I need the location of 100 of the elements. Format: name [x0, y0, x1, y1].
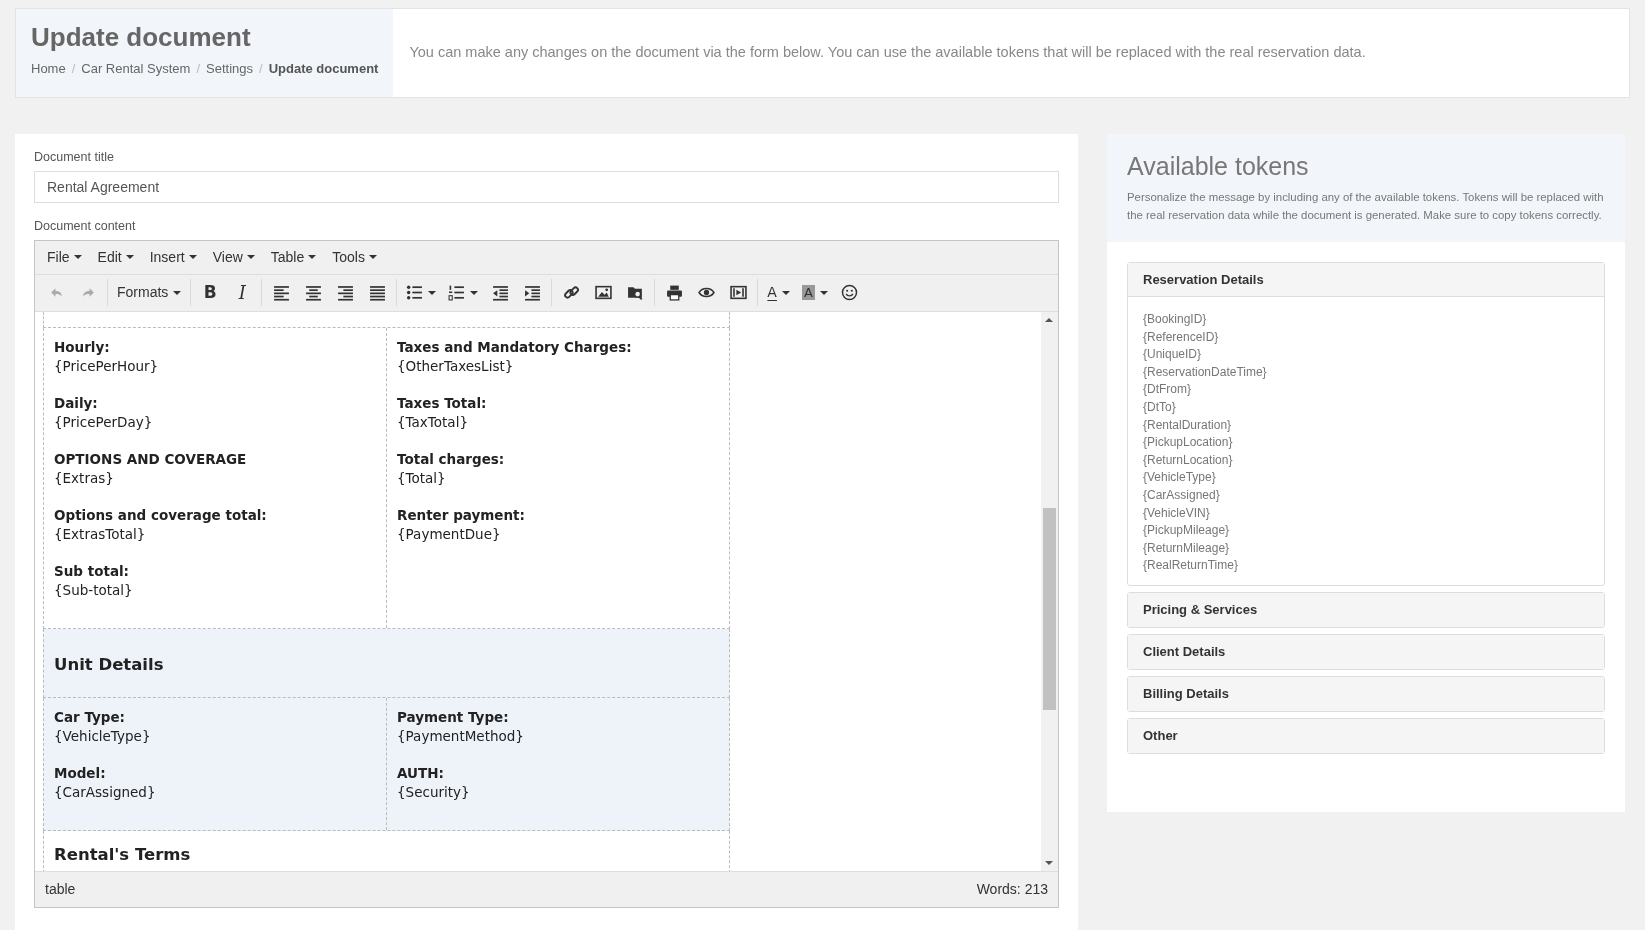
token-text: {ReservationDateTime}: [1143, 363, 1268, 381]
link-icon: [562, 284, 580, 301]
token-text: {CarAssigned}: [1143, 486, 1221, 504]
caret-icon: [308, 255, 317, 259]
token-text: {ReferenceID}: [1143, 328, 1220, 346]
numbered-list-icon: [448, 284, 466, 301]
accordion-header[interactable]: Reservation Details: [1128, 263, 1604, 297]
menu-item[interactable]: File: [39, 240, 90, 274]
field-label: Sub total:: [54, 561, 130, 581]
film-icon: [729, 284, 747, 301]
caret-icon: [781, 290, 790, 295]
bullet-list-icon: [406, 284, 424, 301]
field-label: Daily:: [54, 393, 99, 413]
scrollbar[interactable]: [1041, 311, 1058, 871]
outdent-icon: [491, 284, 509, 301]
token-text: {UniqueID}: [1143, 346, 1203, 364]
token-text: {RentalDuration}: [1143, 416, 1233, 434]
breadcrumb-link[interactable]: Home: [31, 59, 66, 79]
token-text: {CarAssigned}: [54, 783, 157, 803]
caret-icon: [470, 290, 479, 295]
breadcrumb-separator: /: [259, 60, 263, 78]
field-label: Model:: [54, 764, 107, 784]
field-label: Car Type:: [54, 708, 126, 728]
field-label: Taxes Total:: [397, 393, 488, 413]
token-text: {Total}: [397, 468, 447, 488]
indent-icon: [523, 284, 541, 301]
page-description: You can make any changes on the document via the form below. You can use the available tokens that will be replaced with the real reservation data.: [409, 43, 1366, 63]
bold-button[interactable]: B: [194, 279, 227, 306]
token-text: {Extras}: [54, 468, 115, 488]
token-text: {PaymentDue}: [397, 524, 502, 544]
image-icon: [594, 284, 612, 301]
token-text: {OtherTaxesList}: [397, 356, 515, 376]
field-label: Total charges:: [397, 449, 506, 469]
menu-item[interactable]: Insert: [141, 240, 205, 274]
token-text: {PickupLocation}: [1143, 434, 1234, 452]
background-color-button[interactable]: A: [795, 279, 834, 306]
field-label: AUTH:: [397, 764, 445, 784]
element-path: table: [45, 879, 76, 899]
accordion-header[interactable]: Pricing & Services: [1128, 592, 1604, 627]
caret-icon: [368, 255, 377, 259]
field-label: Hourly:: [54, 337, 111, 357]
page-title: Update document: [31, 21, 252, 53]
field-label: Renter payment:: [397, 505, 526, 525]
token-text: {BookingID}: [1143, 311, 1208, 328]
token-text: {Security}: [397, 783, 471, 803]
word-count: Words: 213: [976, 879, 1048, 899]
field-label: Document title: [34, 149, 115, 166]
breadcrumb-link[interactable]: Car Rental System: [81, 59, 191, 79]
token-text: {PricePerDay}: [54, 412, 154, 432]
menu-item[interactable]: Tools: [324, 240, 385, 274]
align-center-icon: [304, 284, 322, 301]
token-text: {PickupMileage}: [1143, 522, 1231, 540]
token-text: {ReturnLocation}: [1143, 451, 1234, 469]
token-text: {Sub-total}: [54, 580, 134, 600]
title-input[interactable]: Rental Agreement: [34, 170, 1059, 203]
breadcrumb-separator: /: [196, 60, 201, 78]
accordion-header[interactable]: Client Details: [1128, 634, 1604, 669]
breadcrumb-link[interactable]: Settings: [206, 59, 253, 79]
smiley-icon: [841, 284, 859, 301]
token-text: {VehicleType}: [1143, 469, 1217, 487]
section-heading: Unit Details: [53, 653, 165, 676]
caret-icon: [173, 290, 182, 295]
panel-title: Available tokens: [1127, 151, 1310, 182]
printer-icon: [665, 284, 683, 301]
caret-icon: [73, 255, 82, 259]
menu-item[interactable]: Table: [262, 240, 325, 274]
field-label: Taxes and Mandatory Charges:: [397, 337, 633, 357]
caret-icon: [188, 255, 197, 259]
token-text: {ReturnMileage}: [1143, 539, 1231, 557]
token-text: {VehicleVIN}: [1143, 504, 1211, 522]
accordion-header[interactable]: Other: [1128, 718, 1604, 753]
align-right-icon: [336, 284, 354, 301]
folder-search-icon: [626, 284, 644, 301]
italic-button[interactable]: I: [226, 279, 259, 306]
token-text: {DtTo}: [1143, 398, 1177, 416]
token-text: {VehicleType}: [54, 727, 152, 747]
token-text: {TaxTotal}: [397, 412, 469, 432]
token-text: {ExtrasTotal}: [54, 524, 147, 544]
field-label: Document content: [34, 217, 137, 235]
caret-icon: [246, 255, 255, 259]
menu-item[interactable]: Edit: [89, 240, 142, 274]
menu-item[interactable]: View: [204, 240, 263, 274]
panel-description: Personalize the message by including any of the available tokens. Tokens will be replaced with the real reservation data while the document is generated. Make sure to copy tokens correctly.: [1127, 190, 1605, 223]
caret-icon: [125, 255, 134, 259]
accordion-header[interactable]: Billing Details: [1128, 676, 1604, 711]
token-text: {RealReturnTime}: [1143, 557, 1239, 575]
section-heading: Rental's Terms: [53, 844, 192, 867]
field-label: Options and coverage total:: [54, 505, 268, 525]
text-color-button[interactable]: A: [761, 279, 796, 306]
breadcrumb-separator: /: [71, 60, 76, 78]
justify-icon: [368, 284, 386, 301]
align-left-icon: [272, 284, 290, 301]
caret-icon: [428, 290, 437, 295]
token-text: {PaymentMethod}: [397, 727, 525, 747]
token-text: {DtFrom}: [1143, 381, 1192, 399]
field-label: OPTIONS AND COVERAGE: [54, 449, 248, 469]
formats-dropdown[interactable]: Formats: [111, 279, 188, 306]
token-text: {PricePerHour}: [54, 356, 160, 376]
caret-icon: [819, 290, 828, 295]
field-label: Payment Type:: [397, 708, 510, 728]
